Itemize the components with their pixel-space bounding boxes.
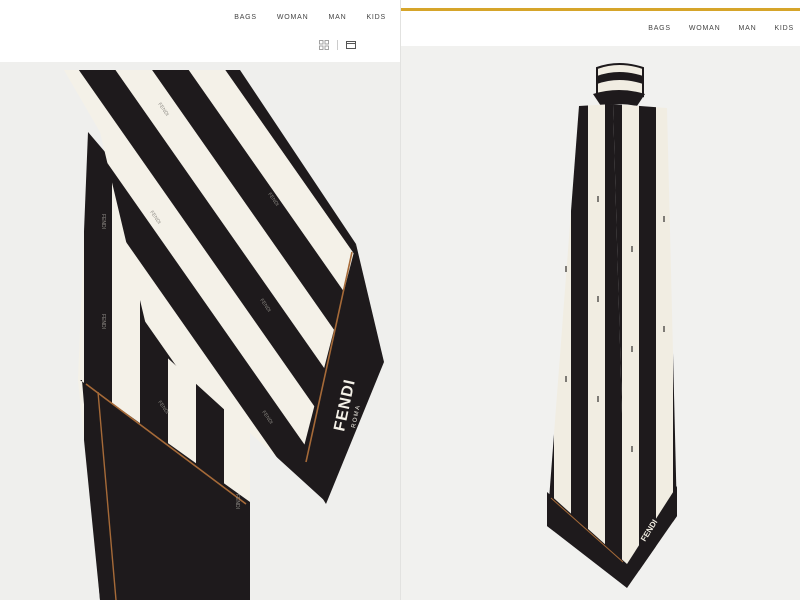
svg-text:FENDI: FENDI [234,494,240,509]
main-nav: BAGS WOMAN MAN KIDS [630,25,794,32]
toggle-divider [337,40,338,50]
nav-woman[interactable]: WOMAN [277,14,309,21]
scarf-knot [593,90,645,106]
header-bar: BAGS WOMAN MAN KIDS [0,0,400,62]
single-view-icon[interactable] [346,40,356,50]
product-view-right: BAGS WOMAN MAN KIDS FENDI [400,0,800,600]
product-view-left: BAGS WOMAN MAN KIDS FENDI ROMA FENDI FEN… [0,0,400,600]
nav-man[interactable]: MAN [738,25,756,32]
nav-bags[interactable]: BAGS [234,14,257,21]
nav-kids[interactable]: KIDS [366,14,386,21]
nav-woman[interactable]: WOMAN [689,25,721,32]
header-bar: BAGS WOMAN MAN KIDS [401,0,800,46]
view-toggle-group [311,40,356,50]
svg-text:FENDI: FENDI [100,214,106,229]
scarf-worn-image: FENDI [401,46,800,600]
accent-line [401,8,800,11]
main-nav: BAGS WOMAN MAN KIDS [214,14,386,21]
nav-man[interactable]: MAN [328,14,346,21]
svg-text:FENDI: FENDI [100,314,106,329]
nav-bags[interactable]: BAGS [648,25,671,32]
grid-view-icon[interactable] [319,40,329,50]
scarf-closeup-image: FENDI ROMA FENDI FENDI FENDI FENDI FENDI… [0,62,400,600]
nav-kids[interactable]: KIDS [774,25,794,32]
